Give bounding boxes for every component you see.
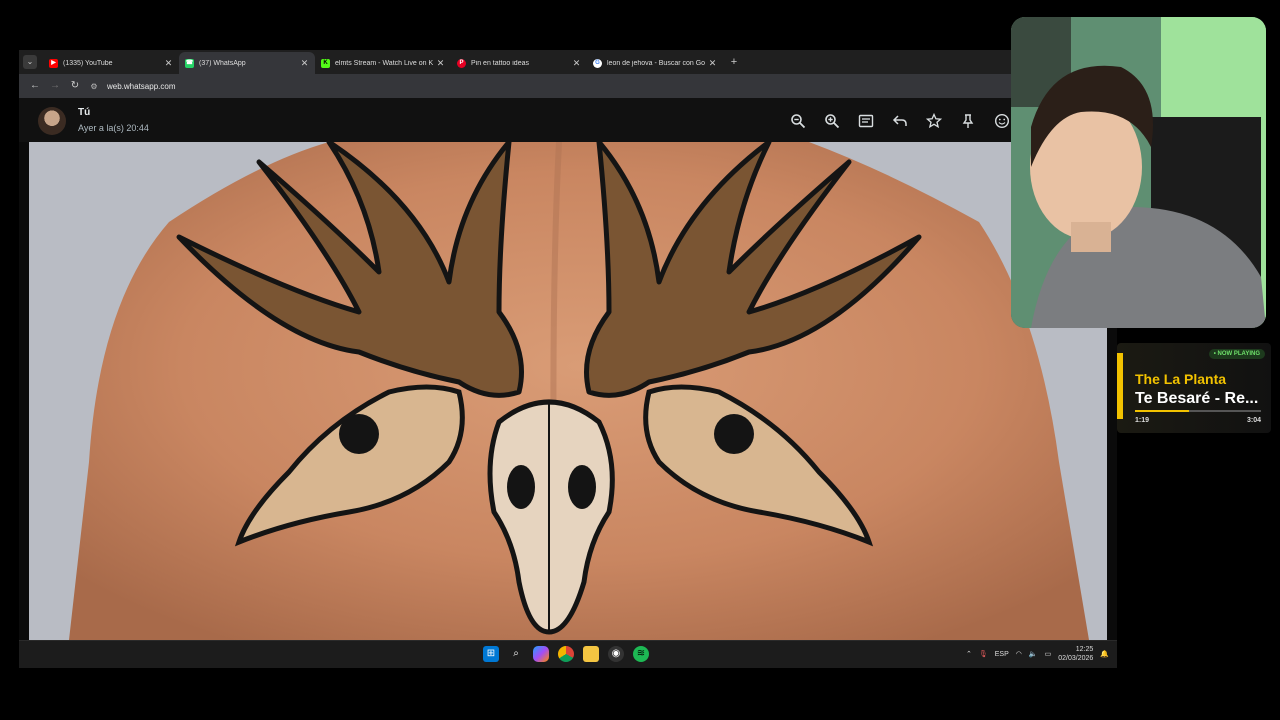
now-playing-badge: • NOW PLAYING bbox=[1208, 349, 1265, 359]
chrome-icon[interactable] bbox=[558, 646, 574, 662]
forward-icon[interactable]: → bbox=[45, 76, 65, 96]
close-icon[interactable]: ✕ bbox=[164, 58, 173, 69]
zoom-out-icon[interactable] bbox=[787, 110, 809, 132]
progress-track bbox=[1135, 410, 1261, 412]
progress-fill bbox=[1135, 410, 1190, 412]
webcam-image bbox=[1011, 17, 1266, 328]
tab-search-icon[interactable]: ⌄ bbox=[23, 55, 37, 69]
media-viewer: Tú Ayer a la(s) 20:44 bbox=[19, 98, 1117, 668]
media-viewer-header: Tú Ayer a la(s) 20:44 bbox=[19, 98, 1117, 142]
close-icon[interactable]: ✕ bbox=[436, 58, 445, 69]
clock-time: 12:25 bbox=[1075, 646, 1094, 653]
new-tab-icon[interactable]: + bbox=[727, 55, 741, 69]
microphone-icon[interactable]: 🎙 bbox=[979, 650, 988, 658]
tab-title: Pin en tattoo ideas bbox=[471, 59, 529, 67]
tab-title: elmts Stream - Watch Live on K bbox=[335, 59, 434, 67]
tab-title: leon de jehova - Buscar con Go bbox=[607, 59, 706, 67]
sender-name: Tú bbox=[78, 107, 91, 118]
accent-bar bbox=[1117, 353, 1123, 419]
total-time: 3:04 bbox=[1246, 417, 1261, 424]
pin-icon[interactable] bbox=[957, 110, 979, 132]
avatar[interactable] bbox=[38, 107, 66, 135]
viewer-actions bbox=[787, 110, 1013, 132]
reply-icon[interactable] bbox=[889, 110, 911, 132]
tab-kick[interactable]: K elmts Stream - Watch Live on K ✕ bbox=[315, 52, 451, 74]
current-time: 1:19 bbox=[1135, 417, 1150, 424]
close-icon[interactable]: ✕ bbox=[300, 58, 309, 69]
tab-google[interactable]: G leon de jehova - Buscar con Go ✕ bbox=[587, 52, 723, 74]
google-icon: G bbox=[593, 58, 602, 68]
language-indicator[interactable]: ESP bbox=[995, 651, 1009, 658]
browser-window: ⌄ ▶ (1335) YouTube ✕ ☎ (37) WhatsApp ✕ K… bbox=[19, 50, 1117, 668]
address-bar[interactable]: ⚙ web.whatsapp.com ⌕ ▭ bbox=[87, 77, 1107, 95]
url-text[interactable]: web.whatsapp.com bbox=[107, 82, 175, 91]
tattoo-photo[interactable] bbox=[29, 142, 1107, 640]
copilot-icon[interactable] bbox=[533, 646, 549, 662]
webcam-overlay bbox=[1011, 17, 1266, 328]
site-info-icon[interactable]: ⚙ bbox=[87, 82, 101, 91]
tab-youtube[interactable]: ▶ (1335) YouTube ✕ bbox=[43, 52, 179, 74]
tab-title: (37) WhatsApp bbox=[199, 59, 246, 67]
wifi-icon[interactable]: ◠ bbox=[1016, 650, 1022, 658]
volume-icon[interactable]: 🔈 bbox=[1029, 650, 1038, 658]
emoji-icon[interactable] bbox=[991, 110, 1013, 132]
sender-time: Ayer a la(s) 20:44 bbox=[78, 123, 149, 133]
back-icon[interactable]: ← bbox=[25, 76, 45, 96]
spotify-icon[interactable]: ≋ bbox=[633, 646, 649, 662]
song-title: Te Besaré - Re... bbox=[1135, 390, 1259, 407]
windows-taskbar: ⊞ ⌕ ◉ ≋ ⌃ 🎙 ESP ◠ 🔈 ▭ 12:25 02/03/2026 🔔 bbox=[19, 640, 1117, 668]
obs-icon[interactable]: ◉ bbox=[608, 646, 624, 662]
file-explorer-icon[interactable] bbox=[583, 646, 599, 662]
caption-icon[interactable] bbox=[855, 110, 877, 132]
notification-icon[interactable]: 🔔 bbox=[1100, 650, 1109, 658]
close-icon[interactable]: ✕ bbox=[572, 58, 581, 69]
windows-start-icon[interactable]: ⊞ bbox=[483, 646, 499, 662]
close-icon[interactable]: ✕ bbox=[708, 58, 717, 69]
system-tray: ⌃ 🎙 ESP ◠ 🔈 ▭ 12:25 02/03/2026 🔔 bbox=[966, 645, 1109, 663]
battery-icon[interactable]: ▭ bbox=[1045, 650, 1052, 658]
now-playing-widget: • NOW PLAYING The La Planta Te Besaré - … bbox=[1117, 343, 1271, 433]
clock[interactable]: 12:25 02/03/2026 bbox=[1058, 645, 1093, 663]
reload-icon[interactable]: ↻ bbox=[65, 76, 85, 96]
tattoo-image bbox=[29, 142, 1107, 640]
kick-icon: K bbox=[321, 58, 330, 68]
desktop: ⌄ ▶ (1335) YouTube ✕ ☎ (37) WhatsApp ✕ K… bbox=[0, 0, 1280, 720]
youtube-icon: ▶ bbox=[49, 58, 58, 68]
zoom-in-icon[interactable] bbox=[821, 110, 843, 132]
tab-pinterest[interactable]: P Pin en tattoo ideas ✕ bbox=[451, 52, 587, 74]
pinterest-icon: P bbox=[457, 58, 466, 68]
clock-date: 02/03/2026 bbox=[1058, 655, 1094, 662]
tab-title: (1335) YouTube bbox=[63, 59, 113, 67]
search-icon[interactable]: ⌕ bbox=[508, 646, 524, 662]
chevron-up-icon[interactable]: ⌃ bbox=[966, 650, 972, 658]
browser-toolbar: ← → ↻ ⚙ web.whatsapp.com ⌕ ▭ bbox=[19, 74, 1117, 98]
star-icon[interactable] bbox=[923, 110, 945, 132]
artist-name: The La Planta bbox=[1135, 371, 1227, 387]
tab-strip: ⌄ ▶ (1335) YouTube ✕ ☎ (37) WhatsApp ✕ K… bbox=[19, 50, 1117, 74]
tab-whatsapp[interactable]: ☎ (37) WhatsApp ✕ bbox=[179, 52, 315, 74]
whatsapp-icon: ☎ bbox=[185, 58, 194, 68]
taskbar-apps: ⊞ ⌕ ◉ ≋ bbox=[483, 646, 649, 662]
